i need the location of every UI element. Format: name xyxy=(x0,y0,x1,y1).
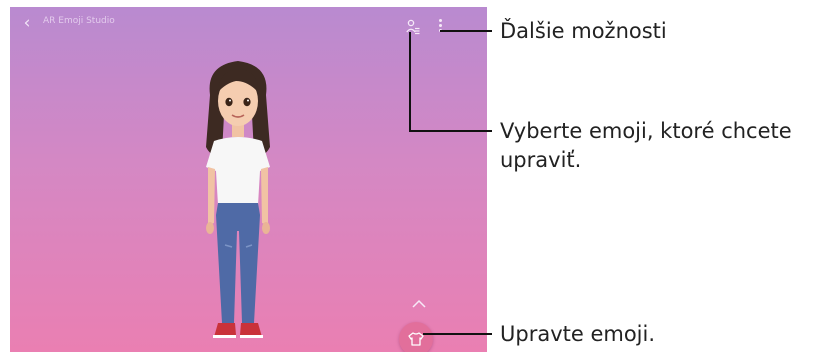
app-title: AR Emoji Studio xyxy=(43,16,115,26)
callout-select-emoji-line1: Vyberte emoji, ktoré chcete xyxy=(500,119,792,143)
leader-line-select-emoji-vertical xyxy=(409,32,411,132)
callout-select-emoji-line2: upraviť. xyxy=(500,148,582,172)
leader-line-more-options xyxy=(440,30,492,32)
leader-line-edit-emoji xyxy=(423,333,492,335)
avatar-figure[interactable] xyxy=(188,55,288,345)
callout-more-options: Ďalšie možnosti xyxy=(500,19,667,43)
back-arrow-icon[interactable]: ‹ xyxy=(18,13,36,33)
t-shirt-icon xyxy=(408,332,424,346)
emoji-studio-screen: ‹ AR Emoji Studio xyxy=(10,7,487,352)
chevron-up-icon[interactable] xyxy=(410,298,428,310)
callout-edit-emoji: Upravte emoji. xyxy=(500,322,656,346)
top-bar: ‹ AR Emoji Studio xyxy=(10,7,487,41)
leader-line-select-emoji xyxy=(409,130,492,132)
outfit-button[interactable] xyxy=(399,322,433,352)
